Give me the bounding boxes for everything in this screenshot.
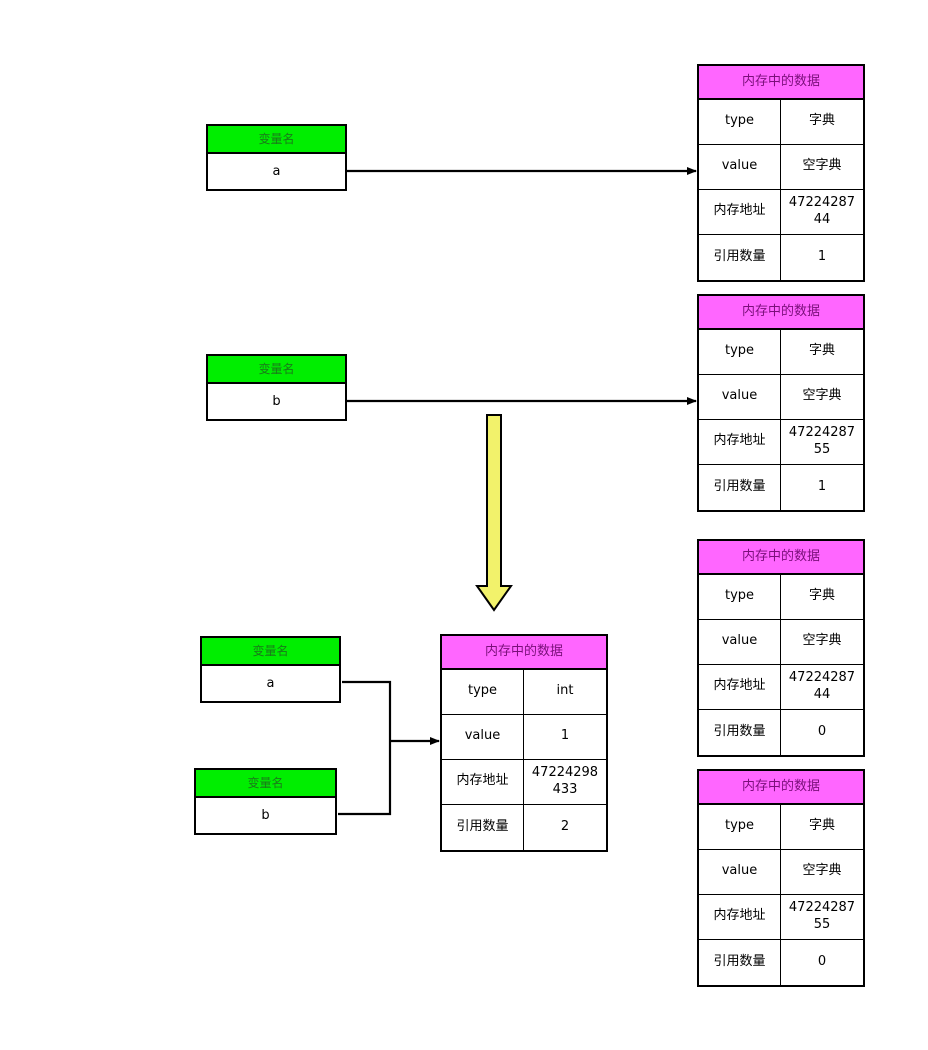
memory-table-row: value 空字典 (699, 619, 863, 665)
memory-row-key: 引用数量 (699, 709, 781, 755)
transition-arrow-icon (475, 414, 513, 612)
arrow-bottom-b-to-int (338, 741, 392, 816)
memory-row-value: 空字典 (802, 863, 842, 879)
memory-table-row: type 字典 (699, 804, 863, 850)
memory-row-value: 0 (817, 953, 827, 969)
memory-row-key: 内存地址 (699, 894, 781, 939)
memory-row-value: 1 (560, 728, 570, 744)
memory-row-value: 字典 (808, 113, 835, 129)
variable-name-value: a (266, 676, 275, 692)
memory-table-row: 引用数量 0 (699, 709, 863, 755)
memory-row-key: type (699, 574, 781, 619)
arrow-bottom-a-to-int (342, 680, 392, 741)
memory-row-value: 字典 (808, 818, 835, 834)
memory-row-value: 4722428744 (788, 195, 856, 227)
memory-table-row: 引用数量 2 (442, 804, 606, 850)
memory-row-key: value (699, 619, 781, 664)
memory-row-key: type (699, 804, 781, 849)
memory-row-value: 字典 (808, 588, 835, 604)
memory-table-row: value 空字典 (699, 374, 863, 420)
memory-row-key: type (699, 329, 781, 374)
memory-table-row: value 1 (442, 714, 606, 760)
variable-box-header: 变量名 (202, 638, 339, 667)
memory-table-header: 内存中的数据 (442, 636, 606, 670)
memory-table-row: 内存地址 4722428744 (699, 189, 863, 235)
memory-row-key: 引用数量 (442, 804, 524, 850)
memory-row-value: 4722428744 (788, 670, 856, 702)
memory-table-row: 引用数量 1 (699, 464, 863, 510)
memory-row-key: value (699, 144, 781, 189)
memory-row-key: 内存地址 (699, 419, 781, 464)
memory-table-before-a: 内存中的数据 type 字典 value 空字典 内存地址 4722428744… (697, 64, 865, 282)
variable-box-header: 变量名 (208, 356, 345, 385)
memory-table-row: 内存地址 4722428744 (699, 664, 863, 710)
memory-row-value: 空字典 (802, 158, 842, 174)
memory-row-key: value (442, 714, 524, 759)
memory-row-value: 1 (817, 478, 827, 494)
memory-row-key: type (442, 669, 524, 714)
memory-row-value: 2 (560, 818, 570, 834)
memory-table-after-a: 内存中的数据 type 字典 value 空字典 内存地址 4722428744… (697, 539, 865, 757)
variable-box-header: 变量名 (196, 770, 335, 799)
variable-box-top-a: 变量名 a (206, 124, 347, 192)
memory-table-row: 引用数量 0 (699, 939, 863, 985)
memory-row-key: 内存地址 (442, 759, 524, 804)
memory-row-value: 4722428755 (788, 900, 856, 932)
variable-name-value: b (272, 394, 281, 410)
variable-box-bottom-a: 变量名 a (200, 636, 341, 704)
memory-table-row: type 字典 (699, 329, 863, 375)
memory-table-after-int: 内存中的数据 type int value 1 内存地址 47224298433… (440, 634, 608, 852)
memory-table-row: 内存地址 47224298433 (442, 759, 606, 805)
variable-box-bottom-b: 变量名 b (194, 768, 337, 836)
memory-row-key: 引用数量 (699, 234, 781, 280)
memory-table-row: value 空字典 (699, 144, 863, 190)
memory-row-key: type (699, 99, 781, 144)
memory-row-value: 47224298433 (531, 765, 599, 797)
variable-name-value: b (261, 808, 270, 824)
memory-row-key: value (699, 374, 781, 419)
memory-row-value: 字典 (808, 343, 835, 359)
memory-table-row: value 空字典 (699, 849, 863, 895)
memory-table-row: 内存地址 4722428755 (699, 894, 863, 940)
variable-name-value: a (272, 164, 281, 180)
variable-box-header: 变量名 (208, 126, 345, 155)
memory-row-value: 空字典 (802, 633, 842, 649)
memory-row-value: 1 (817, 248, 827, 264)
memory-row-key: 内存地址 (699, 664, 781, 709)
memory-table-row: 内存地址 4722428755 (699, 419, 863, 465)
memory-table-row: type 字典 (699, 574, 863, 620)
memory-table-header: 内存中的数据 (699, 771, 863, 805)
memory-table-before-b: 内存中的数据 type 字典 value 空字典 内存地址 4722428755… (697, 294, 865, 512)
memory-row-key: 引用数量 (699, 464, 781, 510)
memory-row-key: 引用数量 (699, 939, 781, 985)
memory-table-row: type 字典 (699, 99, 863, 145)
memory-table-header: 内存中的数据 (699, 296, 863, 330)
memory-row-key: 内存地址 (699, 189, 781, 234)
memory-row-value: 0 (817, 723, 827, 739)
memory-table-row: type int (442, 669, 606, 715)
memory-table-after-b: 内存中的数据 type 字典 value 空字典 内存地址 4722428755… (697, 769, 865, 987)
memory-row-value: 空字典 (802, 388, 842, 404)
memory-row-value: int (556, 683, 574, 699)
variable-box-top-b: 变量名 b (206, 354, 347, 422)
memory-table-header: 内存中的数据 (699, 66, 863, 100)
memory-row-value: 4722428755 (788, 425, 856, 457)
memory-row-key: value (699, 849, 781, 894)
memory-table-header: 内存中的数据 (699, 541, 863, 575)
memory-table-row: 引用数量 1 (699, 234, 863, 280)
